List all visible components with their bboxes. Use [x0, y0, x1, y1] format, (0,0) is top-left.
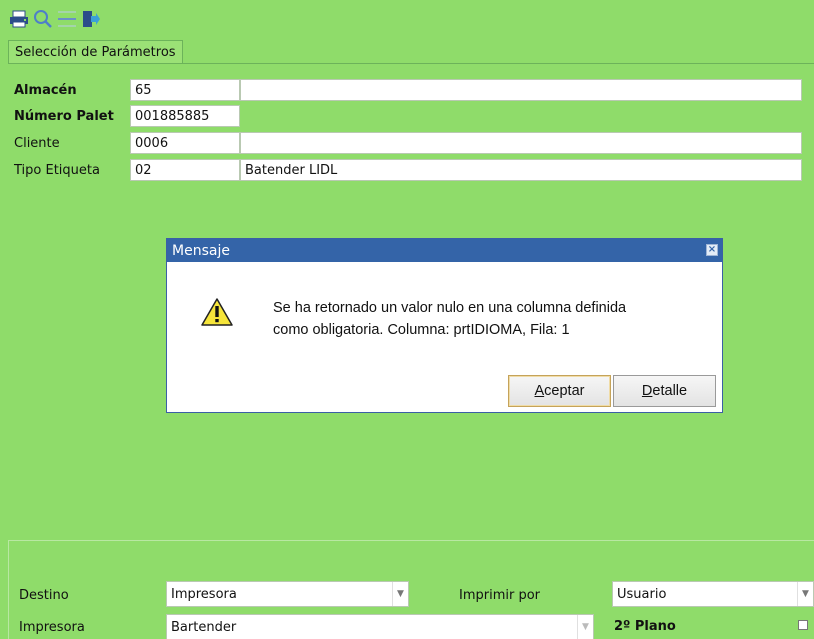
cliente-desc-field — [240, 132, 802, 154]
detalle-button[interactable]: Detalle — [613, 375, 716, 407]
almacen-label: Almacén — [14, 82, 77, 98]
tipo-etiqueta-code-field[interactable]: 02 — [130, 159, 240, 181]
impresora-value: Bartender — [171, 619, 237, 635]
bottom-panel-border — [8, 540, 9, 639]
aceptar-accesskey: A — [534, 383, 545, 399]
aceptar-label: ceptar — [544, 383, 585, 399]
dialog-message-line-1: Se ha retornado un valor nulo en una col… — [273, 300, 627, 316]
param-row-numero-palet: Número Palet 001885885 — [8, 104, 240, 128]
impresora-select[interactable]: Bartender ▼ — [166, 614, 594, 639]
detalle-accesskey: D — [641, 383, 653, 399]
detalle-label: etalle — [652, 383, 688, 399]
chevron-down-icon[interactable]: ▼ — [797, 582, 813, 606]
aceptar-button[interactable]: Aceptar — [508, 375, 611, 407]
warning-icon — [200, 297, 234, 331]
separator-icon[interactable] — [56, 8, 78, 30]
tipo-etiqueta-desc-field: Batender LIDL — [240, 159, 802, 181]
chevron-down-icon[interactable]: ▼ — [577, 615, 593, 639]
almacen-desc-field — [240, 79, 802, 101]
tab-seleccion-parametros[interactable]: Selección de Parámetros — [8, 40, 183, 64]
message-dialog: Mensaje × Se ha retornado un valor nulo … — [166, 238, 723, 413]
tab-label: Selección de Parámetros — [15, 45, 176, 60]
printer-icon[interactable] — [8, 8, 30, 30]
numero-palet-field[interactable]: 001885885 — [130, 105, 240, 127]
dialog-message-line-2: como obligatoria. Columna: prtIDIOMA, Fi… — [273, 322, 570, 338]
chevron-down-icon[interactable]: ▼ — [392, 582, 408, 606]
tab-divider — [8, 63, 814, 64]
imprimir-por-select[interactable]: Usuario ▼ — [612, 581, 814, 607]
dialog-message: Se ha retornado un valor nulo en una col… — [273, 297, 713, 341]
imprimir-por-value: Usuario — [617, 586, 667, 602]
dialog-title: Mensaje — [172, 242, 230, 259]
destino-value: Impresora — [171, 586, 237, 602]
destino-label: Destino — [19, 588, 69, 603]
numero-palet-label: Número Palet — [14, 108, 114, 124]
param-row-cliente: Cliente 0006 — [8, 131, 802, 155]
cliente-label: Cliente — [14, 135, 60, 151]
toolbar — [8, 8, 102, 32]
destino-select[interactable]: Impresora ▼ — [166, 581, 409, 607]
cliente-code-field[interactable]: 0006 — [130, 132, 240, 154]
imprimir-por-label: Imprimir por — [459, 588, 541, 603]
tipo-etiqueta-label: Tipo Etiqueta — [14, 162, 100, 178]
bottom-panel-divider — [8, 540, 814, 541]
search-icon[interactable] — [32, 8, 54, 30]
dialog-titlebar[interactable]: Mensaje × — [167, 239, 722, 262]
param-row-almacen: Almacén 65 — [8, 78, 802, 102]
segundo-plano-checkbox[interactable] — [798, 620, 808, 630]
segundo-plano-label: 2º Plano — [614, 619, 676, 634]
impresora-label: Impresora — [19, 620, 85, 635]
close-icon[interactable]: × — [706, 244, 718, 256]
exit-icon[interactable] — [80, 8, 102, 30]
param-row-tipo-etiqueta: Tipo Etiqueta 02 Batender LIDL — [8, 158, 802, 182]
almacen-code-field[interactable]: 65 — [130, 79, 240, 101]
